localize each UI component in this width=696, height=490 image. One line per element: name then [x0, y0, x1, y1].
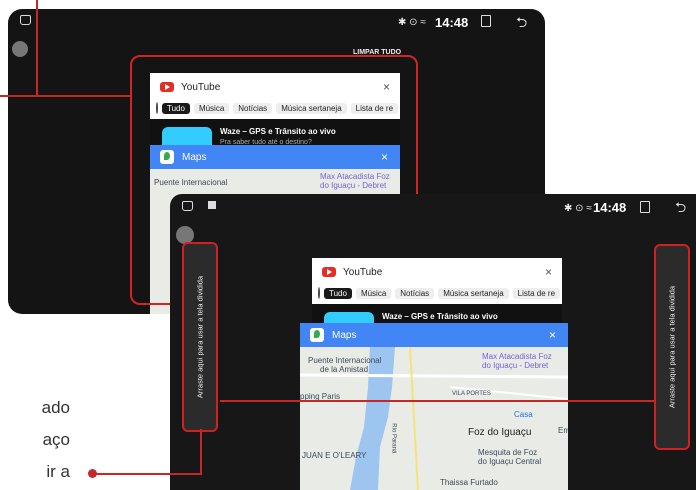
caption-line: aço	[42, 430, 70, 449]
chip-lista[interactable]: Lista de re	[512, 287, 561, 299]
youtube-title: YouTube	[343, 266, 383, 278]
caption-text: ir a	[0, 462, 70, 482]
waze-title: Waze – GPS e Trânsito ao vivo	[382, 312, 498, 321]
map-label: do Iguaçu - Debret	[482, 361, 549, 370]
front-status-bar: ✱ ⊙ ≈ 14:48 ⮌	[170, 194, 696, 218]
home-icon[interactable]	[20, 15, 31, 25]
callout-line	[36, 95, 132, 97]
map-label: Em	[558, 426, 568, 435]
map-label: JUAN E O'LEARY	[302, 451, 367, 460]
youtube-chips: Tudo Música Notícias Música sertaneja Li…	[312, 286, 562, 300]
back-status-bar: ✱ ⊙ ≈ 14:48 ⮌	[8, 9, 545, 33]
map-label: do Iguaçu Central	[478, 457, 542, 466]
callout-line	[200, 429, 202, 475]
status-clock: 14:48	[435, 15, 469, 30]
back-arrow-icon[interactable]: ⮌	[516, 12, 527, 36]
split-screen-drop-zone-left[interactable]: Arraste aqui para usar a tela dividida	[182, 242, 218, 432]
callout-line	[92, 473, 202, 475]
status-icons: ✱ ⊙ ≈	[564, 203, 592, 214]
maps-card[interactable]: Maps × Puente Internacional de la Amista…	[300, 323, 568, 490]
map-label: Foz do Iguaçu	[468, 427, 532, 438]
chip-noticias[interactable]: Notícias	[395, 287, 435, 299]
youtube-card-header: YouTube ×	[312, 258, 562, 286]
back-arrow-icon[interactable]: ⮌	[675, 197, 686, 221]
chip-musica[interactable]: Música	[355, 287, 392, 299]
maps-card-header: Maps ×	[300, 323, 568, 347]
drop-zone-text: Arraste aqui para usar a tela dividida	[195, 275, 205, 399]
drop-zone-text: Arraste aqui para usar a tela dividida	[667, 285, 677, 409]
chip-sertaneja[interactable]: Música sertaneja	[438, 287, 509, 299]
floating-bubble[interactable]	[12, 41, 28, 57]
map-label: de la Amistad	[320, 365, 369, 374]
map-label: VILA PORTES	[452, 391, 491, 397]
maps-icon	[310, 328, 324, 342]
youtube-icon	[322, 267, 336, 277]
home-icon[interactable]	[182, 201, 193, 211]
map-label: Casa	[514, 410, 533, 419]
map-label: Thaissa Furtado	[440, 478, 498, 487]
maps-title: Maps	[332, 329, 357, 341]
caption-text: ado	[0, 398, 70, 418]
callout-line	[36, 0, 38, 96]
map-label: Rio Paraná	[390, 423, 397, 454]
close-icon[interactable]: ×	[549, 328, 556, 342]
status-clock: 14:48	[593, 200, 627, 215]
chip-tudo[interactable]: Tudo	[324, 287, 352, 299]
status-icons: ✱ ⊙ ≈	[398, 17, 426, 28]
explore-icon[interactable]	[318, 287, 320, 299]
caption-line: ir a	[46, 462, 70, 481]
recent-apps-icon[interactable]	[481, 15, 491, 27]
callout-line	[220, 400, 654, 402]
image-icon	[208, 201, 216, 209]
split-screen-drop-zone-right[interactable]: Arraste aqui para usar a tela dividida	[654, 244, 690, 450]
recent-apps-icon[interactable]	[640, 201, 650, 213]
front-screen: ✱ ⊙ ≈ 14:48 ⮌ Arraste aqui para usar a t…	[170, 194, 696, 490]
caption-text: aço	[0, 430, 70, 450]
caption-line: ado	[41, 398, 70, 417]
callout-line	[0, 95, 38, 97]
close-icon[interactable]: ×	[545, 265, 552, 279]
